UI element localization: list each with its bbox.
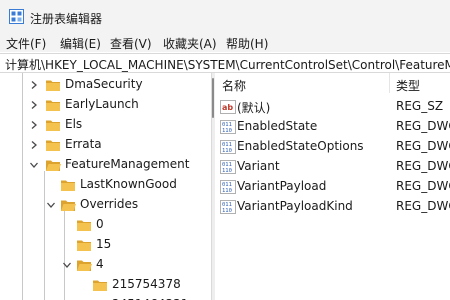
chevron-down-icon[interactable] bbox=[46, 200, 56, 210]
registry-editor-icon bbox=[9, 9, 24, 24]
value-type: REG_DWC bbox=[396, 159, 450, 173]
folder-open-icon bbox=[46, 160, 61, 171]
menu-help[interactable]: 帮助(H) bbox=[226, 35, 268, 52]
value-type: REG_SZ bbox=[396, 99, 444, 113]
menu-edit[interactable]: 编辑(E) bbox=[60, 35, 101, 52]
chevron-right-icon[interactable] bbox=[29, 120, 39, 130]
tree-item-overrides[interactable]: Overrides bbox=[0, 195, 211, 215]
tree-item-215754378[interactable]: 215754378 bbox=[0, 275, 211, 295]
tree-item-featuremanagement[interactable]: FeatureManagement bbox=[0, 155, 211, 175]
chevron-down-icon[interactable] bbox=[29, 160, 39, 170]
column-divider[interactable] bbox=[389, 73, 390, 93]
value-row-variant[interactable]: 011 110 Variant REG_DWC bbox=[215, 157, 450, 177]
tree-item-label: 15 bbox=[96, 237, 112, 251]
tree-item-0[interactable]: 0 bbox=[0, 215, 211, 235]
binary-value-icon: 011 110 bbox=[220, 200, 236, 214]
column-header-type[interactable]: 类型 bbox=[396, 77, 420, 94]
tree-item-earlylaunch[interactable]: EarlyLaunch bbox=[0, 95, 211, 115]
tree-item-label: 0 bbox=[96, 217, 104, 231]
value-type: REG_DWC bbox=[396, 139, 450, 153]
address-path[interactable]: 计算机\HKEY_LOCAL_MACHINE\SYSTEM\CurrentCon… bbox=[5, 56, 450, 72]
folder-icon bbox=[46, 120, 60, 131]
binary-value-icon: 011 110 bbox=[220, 120, 236, 134]
address-bar[interactable]: 计算机\HKEY_LOCAL_MACHINE\SYSTEM\CurrentCon… bbox=[0, 53, 450, 73]
tree-item-4[interactable]: 4 bbox=[0, 255, 211, 275]
value-row-default[interactable]: ab (默认) REG_SZ bbox=[215, 97, 450, 117]
svg-text:110: 110 bbox=[222, 168, 232, 174]
value-type: REG_DWC bbox=[396, 119, 450, 133]
chevron-down-icon[interactable] bbox=[62, 260, 72, 270]
title-bar: 注册表编辑器 bbox=[0, 0, 450, 34]
svg-text:110: 110 bbox=[222, 188, 232, 194]
value-name: EnabledStateOptions bbox=[237, 139, 364, 153]
menu-bar: 文件(F) 编辑(E) 查看(V) 收藏夹(A) 帮助(H) bbox=[0, 34, 450, 52]
svg-text:110: 110 bbox=[222, 148, 232, 154]
binary-value-icon: 011 110 bbox=[220, 180, 236, 194]
tree-item-label: DmaSecurity bbox=[65, 77, 143, 91]
folder-icon bbox=[93, 280, 107, 291]
value-name: (默认) bbox=[237, 101, 271, 115]
folder-icon bbox=[46, 80, 60, 91]
svg-text:110: 110 bbox=[222, 208, 232, 214]
tree-scrollbar-thumb[interactable] bbox=[212, 78, 214, 118]
svg-text:ab: ab bbox=[222, 103, 233, 112]
folder-open-icon bbox=[77, 260, 92, 271]
tree-item-label: LastKnownGood bbox=[80, 177, 177, 191]
tree-item-label: FeatureManagement bbox=[65, 157, 190, 171]
tree-item-label: Errata bbox=[65, 137, 102, 151]
string-value-icon: ab bbox=[220, 100, 236, 114]
values-list: 名称 类型 ab (默认) REG_SZ 011 110 EnabledStat… bbox=[215, 73, 450, 300]
column-header-name[interactable]: 名称 bbox=[222, 77, 246, 94]
key-tree: DmaSecurity EarlyLaunch Els Errata Featu… bbox=[0, 73, 211, 300]
chevron-right-icon[interactable] bbox=[29, 140, 39, 150]
svg-text:110: 110 bbox=[222, 128, 232, 134]
value-name: VariantPayloadKind bbox=[237, 199, 353, 213]
chevron-right-icon[interactable] bbox=[29, 80, 39, 90]
folder-icon bbox=[77, 220, 91, 231]
value-row-variantpayload[interactable]: 011 110 VariantPayload REG_DWC bbox=[215, 177, 450, 197]
value-type: REG_DWC bbox=[396, 199, 450, 213]
value-row-enabledstateoptions[interactable]: 011 110 EnabledStateOptions REG_DWC bbox=[215, 137, 450, 157]
folder-icon bbox=[61, 180, 75, 191]
tree-item-label: EarlyLaunch bbox=[65, 97, 139, 111]
tree-item-label: Els bbox=[65, 117, 83, 131]
tree-item-2451464331[interactable]: 2451464331 bbox=[0, 295, 211, 300]
value-name: EnabledState bbox=[237, 119, 318, 133]
value-row-enabledstate[interactable]: 011 110 EnabledState REG_DWC bbox=[215, 117, 450, 137]
tree-item-label: 4 bbox=[96, 257, 104, 271]
menu-favorites[interactable]: 收藏夹(A) bbox=[163, 35, 217, 52]
tree-item-label: Overrides bbox=[80, 197, 139, 211]
menu-file[interactable]: 文件(F) bbox=[6, 35, 46, 52]
value-row-variantpayloadkind[interactable]: 011 110 VariantPayloadKind REG_DWC bbox=[215, 197, 450, 217]
menu-view[interactable]: 查看(V) bbox=[110, 35, 152, 52]
tree-item-label: 215754378 bbox=[112, 277, 181, 291]
tree-item-lastknowngood[interactable]: LastKnownGood bbox=[0, 175, 211, 195]
value-name: VariantPayload bbox=[237, 179, 327, 193]
binary-value-icon: 011 110 bbox=[220, 140, 236, 154]
chevron-right-icon[interactable] bbox=[29, 100, 39, 110]
tree-item-els[interactable]: Els bbox=[0, 115, 211, 135]
tree-item-dmasecurity[interactable]: DmaSecurity bbox=[0, 75, 211, 95]
folder-icon bbox=[77, 240, 91, 251]
window-title: 注册表编辑器 bbox=[30, 12, 103, 26]
tree-item-15[interactable]: 15 bbox=[0, 235, 211, 255]
folder-open-icon bbox=[61, 200, 76, 211]
value-type: REG_DWC bbox=[396, 179, 450, 193]
binary-value-icon: 011 110 bbox=[220, 160, 236, 174]
value-name: Variant bbox=[237, 159, 280, 173]
tree-item-errata[interactable]: Errata bbox=[0, 135, 211, 155]
folder-icon bbox=[46, 140, 60, 151]
folder-icon bbox=[46, 100, 60, 111]
